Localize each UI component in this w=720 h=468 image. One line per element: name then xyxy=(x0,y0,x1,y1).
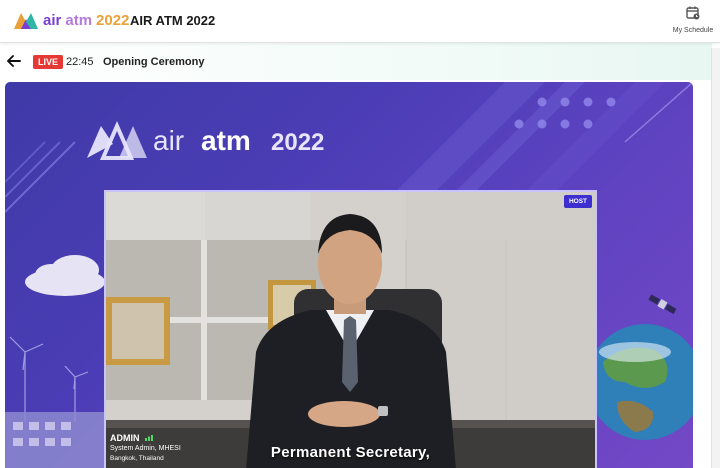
speaker-video-frame xyxy=(106,192,595,468)
my-schedule-label: My Schedule xyxy=(672,27,714,34)
banner-year: 2022 xyxy=(271,129,324,156)
speaker-name: ADMIN xyxy=(110,433,181,443)
banner-air: air xyxy=(153,125,184,156)
session-time: 22:45 xyxy=(66,56,94,68)
brand-year: 2022 xyxy=(96,11,130,29)
brand-logo-icon xyxy=(14,13,38,29)
scrollbar[interactable] xyxy=(711,48,720,468)
calendar-clock-icon xyxy=(686,6,700,20)
back-arrow-icon[interactable] xyxy=(6,53,22,69)
banner-atm: atm xyxy=(201,125,251,156)
session-title: Opening Ceremony xyxy=(103,56,205,68)
brand[interactable]: air atm 2022 xyxy=(12,9,129,31)
signal-icon xyxy=(145,435,154,441)
brand-atm: atm xyxy=(65,11,93,29)
top-bar: air atm 2022 AIR ATM 2022 My Schedule xyxy=(0,0,720,43)
host-badge: HOST xyxy=(563,195,592,208)
banner-logo-icon xyxy=(87,121,147,160)
live-caption: Permanent Secretary, xyxy=(270,444,431,461)
my-schedule-button[interactable]: My Schedule xyxy=(670,6,716,34)
video-player[interactable]: HOST ADMIN System Admin, MHESI Bangkok, … xyxy=(104,190,597,468)
live-badge: LIVE xyxy=(33,55,64,69)
live-stage: air atm 2022 HOST ADMIN System Admin, MH… xyxy=(5,82,693,468)
brand-air: air xyxy=(43,11,62,29)
session-bar: LIVE 22:45 Opening Ceremony xyxy=(0,43,712,80)
app-title: AIR ATM 2022 xyxy=(130,13,216,28)
